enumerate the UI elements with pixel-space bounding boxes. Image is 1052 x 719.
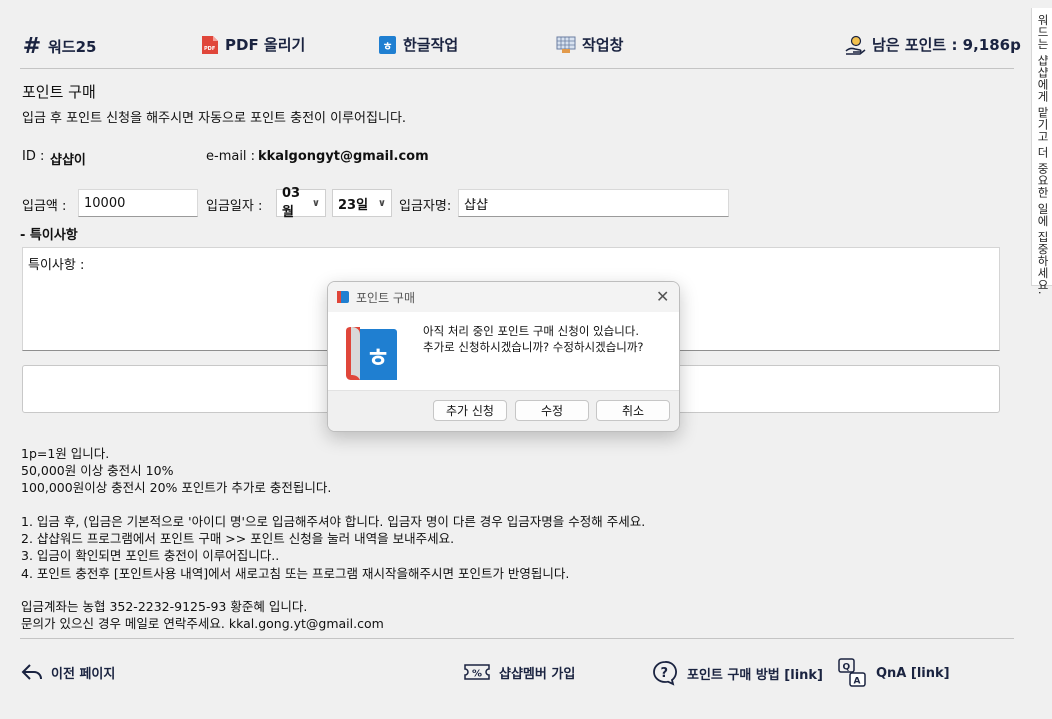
day-select-value: 23일 <box>338 197 369 213</box>
notes-heading: - 특이사항 <box>20 228 78 243</box>
dialog-titlebar: 포인트 구매 <box>328 282 679 312</box>
back-page-link[interactable]: 이전 페이지 <box>21 662 115 682</box>
info-line: 1. 입금 후, (입금은 기본적으로 '아이디 명'으로 입금해주셔야 합니다… <box>21 514 646 529</box>
nav-pdf-upload[interactable]: PDF PDF 올리기 <box>201 34 305 55</box>
amount-label: 입금액 : <box>22 199 67 214</box>
nav-brand[interactable]: # 워드25 <box>22 34 97 59</box>
email-label: e-mail : <box>206 149 256 164</box>
nav-hangul-label: 한글작업 <box>403 36 459 54</box>
amount-input[interactable]: 10000 <box>78 189 198 217</box>
ticket-percent-icon: % <box>463 662 491 682</box>
member-signup-link[interactable]: % 샵샵멤버 가입 <box>463 662 575 682</box>
info-line: 문의가 있으신 경우 메일로 연락주세요. kkal.gong.yt@gmail… <box>21 616 384 632</box>
edit-button[interactable]: 수정 <box>515 400 589 421</box>
back-arrow-icon <box>21 662 43 682</box>
nav-brand-label: 워드25 <box>48 38 97 56</box>
purchase-dialog: 포인트 구매 ✕ ㅎ 아직 처리 중인 포인트 구매 신청이 있습니다. 추가로… <box>327 281 680 432</box>
depositor-input[interactable]: 샵샵 <box>458 189 729 217</box>
howto-label: 포인트 구매 방법 [link] <box>687 667 823 683</box>
page-subtitle: 입금 후 포인트 신청을 해주시면 자동으로 포인트 충전이 이루어집니다. <box>22 111 407 126</box>
pdf-file-icon: PDF <box>201 35 219 55</box>
svg-text:ㅎ: ㅎ <box>383 40 393 53</box>
date-label: 입금일자 : <box>206 199 263 214</box>
nav-hangul-work[interactable]: ㅎ 한글작업 <box>378 34 458 55</box>
month-select-value: 03월 <box>282 186 301 220</box>
qna-icon: QA <box>838 658 868 688</box>
qna-label: QnA [link] <box>876 665 950 681</box>
info-line: 100,000원이상 충전시 20% 포인트가 추가로 충전됩니다. <box>21 480 332 496</box>
hash-icon: # <box>22 34 42 59</box>
page-title: 포인트 구매 <box>22 83 96 101</box>
id-value: 샵샵이 <box>50 153 86 168</box>
dialog-message-line: 아직 처리 중인 포인트 구매 신청이 있습니다. <box>423 324 640 338</box>
info-line: 50,000원 이상 충전시 10% <box>21 463 174 479</box>
day-select[interactable]: 23일 ∨ <box>332 189 392 217</box>
back-page-label: 이전 페이지 <box>51 666 116 682</box>
info-block-rates: 1p=1원 입니다. 50,000원 이상 충전시 10% 100,000원이상… <box>21 445 331 497</box>
add-request-button[interactable]: 추가 신청 <box>433 400 507 421</box>
hangul-doc-icon: ㅎ <box>378 35 397 55</box>
amount-input-value: 10000 <box>84 195 126 211</box>
member-signup-label: 샵샵멤버 가입 <box>499 666 576 682</box>
howto-link[interactable]: ? 포인트 구매 방법 [link] <box>651 660 823 686</box>
svg-text:Q: Q <box>843 663 851 673</box>
question-bubble-icon: ? <box>651 660 679 686</box>
id-label: ID : <box>22 149 45 164</box>
top-divider <box>20 68 1014 69</box>
dialog-message: 아직 처리 중인 포인트 구매 신청이 있습니다. 추가로 신청하시겠습니까? … <box>423 323 644 355</box>
notes-textarea-value: 특이사항 : <box>28 258 85 273</box>
nav-workspace[interactable]: 작업창 <box>556 34 623 55</box>
month-select[interactable]: 03월 ∨ <box>276 186 326 220</box>
chevron-down-icon: ∨ <box>377 197 386 209</box>
dialog-message-line: 추가로 신청하시겠습니까? 수정하시겠습니까? <box>423 340 644 354</box>
depositor-label: 입금자명: <box>399 199 452 214</box>
workspace-grid-icon <box>556 36 576 54</box>
bottom-divider <box>20 638 1014 639</box>
info-line: 3. 입금이 확인되면 포인트 충전이 이루어집니다.. <box>21 548 280 564</box>
info-line: 4. 포인트 충전후 [포인트사용 내역]에서 새로고침 또는 프로그램 재시작… <box>21 565 570 581</box>
svg-text:PDF: PDF <box>204 46 215 52</box>
nav-pdf-label: PDF 올리기 <box>225 36 306 54</box>
svg-text:?: ? <box>661 666 669 681</box>
hangul-app-logo: ㅎ <box>342 323 400 387</box>
remaining-points: 남은 포인트 : 9,186p <box>844 34 1021 55</box>
info-block-account: 입금계좌는 농협 352-2232-9125-93 황준혜 입니다. 문의가 있… <box>21 598 384 632</box>
info-line: 2. 샵샵워드 프로그램에서 포인트 구매 >> 포인트 신청을 눌러 내역을 … <box>21 531 455 547</box>
info-block-steps: 1. 입금 후, (입금은 기본적으로 '아이디 명'으로 입금해주셔야 합니다… <box>21 513 645 582</box>
info-line: 1p=1원 입니다. <box>21 446 110 461</box>
qna-link[interactable]: QA QnA [link] <box>838 658 950 688</box>
svg-text:%: % <box>472 669 482 680</box>
dialog-title: 포인트 구매 <box>356 290 416 305</box>
cancel-button[interactable]: 취소 <box>596 400 670 421</box>
remaining-points-label: 남은 포인트 : 9,186p <box>872 36 1021 54</box>
side-tab[interactable]: 워드는 샵샵에게 맡기고 더 중요한 일에 집중하세요. <box>1031 8 1052 295</box>
info-line: 입금계좌는 농협 352-2232-9125-93 황준혜 입니다. <box>21 599 308 614</box>
nav-workspace-label: 작업창 <box>582 36 624 54</box>
svg-text:A: A <box>854 677 861 687</box>
svg-text:ㅎ: ㅎ <box>366 344 390 374</box>
coin-hand-icon <box>844 35 866 55</box>
side-tab-text: 워드는 샵샵에게 맡기고 더 중요한 일에 집중하세요. <box>1036 14 1050 296</box>
depositor-input-value: 샵샵 <box>464 197 488 213</box>
close-icon[interactable]: ✕ <box>656 287 669 306</box>
app-icon <box>336 290 350 304</box>
email-value: kkalgongyt@gmail.com <box>258 149 429 164</box>
chevron-down-icon: ∨ <box>311 197 320 209</box>
